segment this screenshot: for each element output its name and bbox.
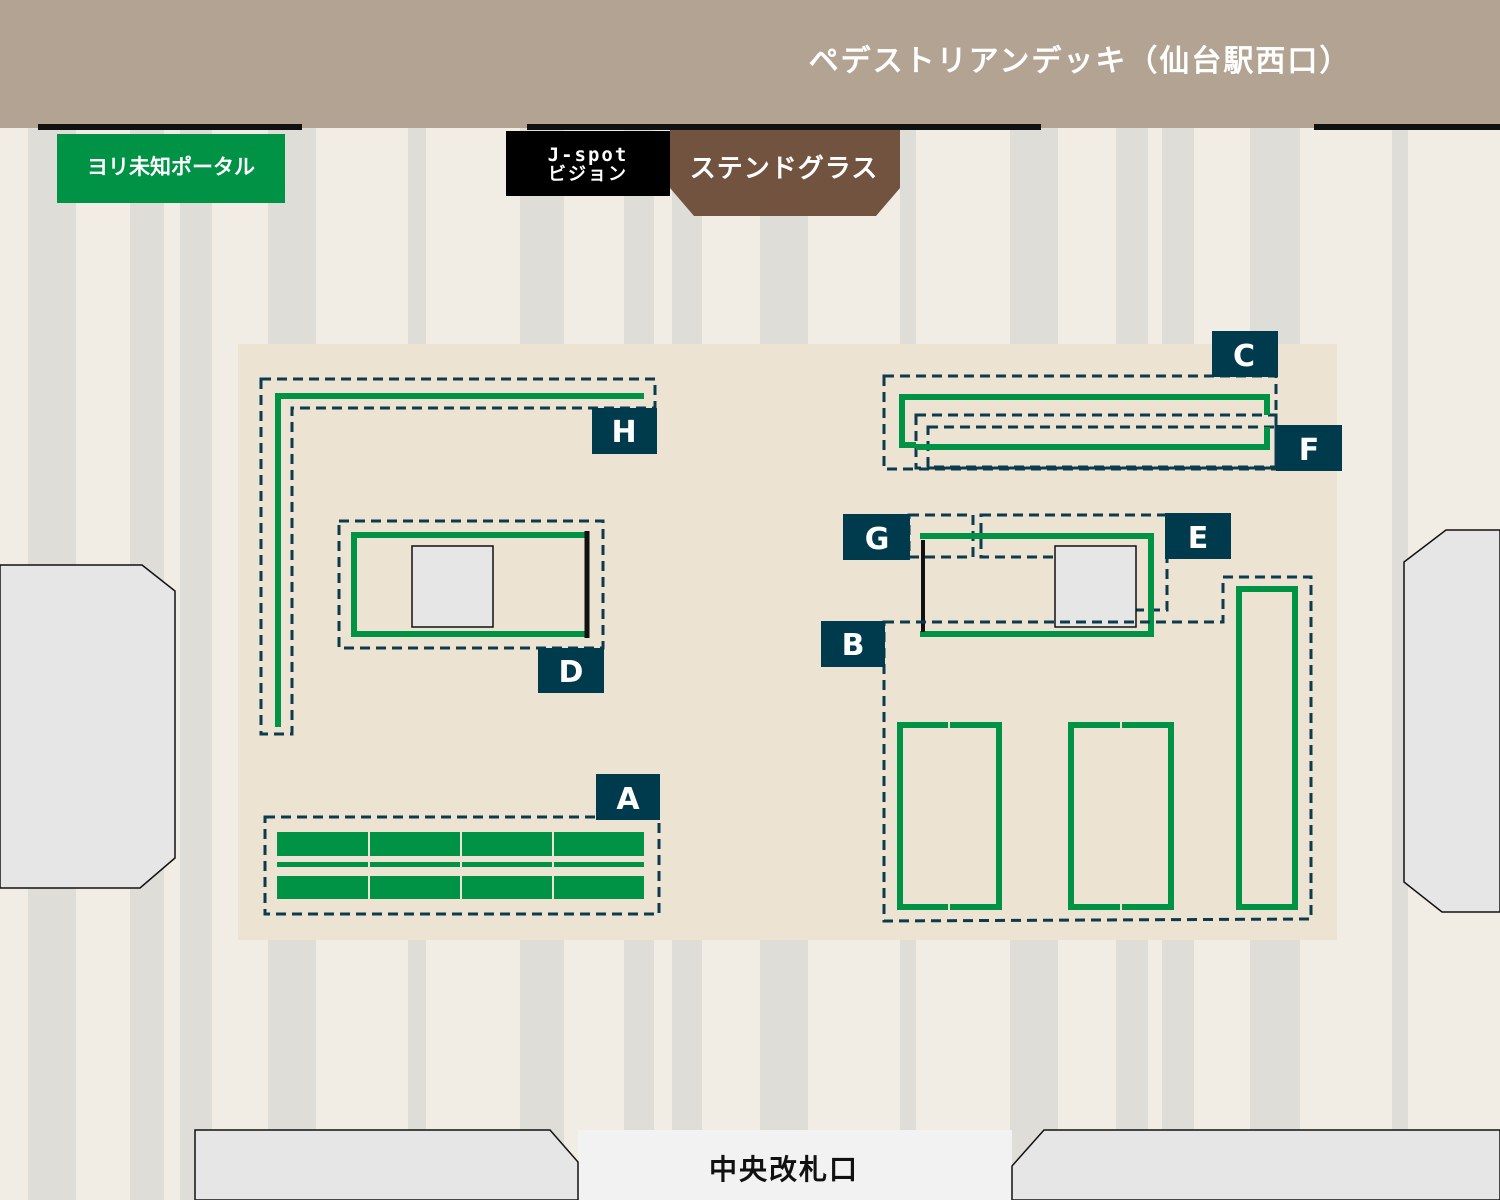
area-label-c[interactable]: C (1212, 331, 1278, 377)
left-pillar (0, 564, 176, 889)
area-label-f[interactable]: F (1276, 425, 1342, 471)
svg-text:H: H (611, 415, 636, 450)
svg-text:B: B (842, 628, 865, 663)
area-label-h[interactable]: H (592, 408, 657, 454)
pedestrian-deck: ペデストリアンデッキ（仙台駅西口） (0, 0, 1500, 130)
svg-text:A: A (616, 782, 640, 817)
area-label-d[interactable]: D (538, 648, 604, 693)
deck-label: ペデストリアンデッキ（仙台駅西口） (809, 44, 1352, 79)
area-label-a[interactable]: A (596, 774, 660, 820)
area-label-b[interactable]: B (821, 621, 885, 667)
svg-text:D: D (559, 655, 584, 690)
svg-text:G: G (865, 522, 890, 557)
stained-glass: ステンドグラス (670, 130, 900, 216)
right-pillar (1403, 529, 1500, 913)
central-gate: 中央改札口 (194, 1129, 1500, 1200)
area-label-e[interactable]: E (1165, 513, 1231, 559)
svg-text:E: E (1188, 521, 1209, 556)
svg-text:C: C (1233, 339, 1255, 374)
gate-label: 中央改札口 (709, 1153, 859, 1186)
jspot-vision: J-spot ビジョン (506, 131, 670, 196)
portal-label: ヨリ未知ポータル (87, 155, 255, 179)
jspot-line2: ビジョン (548, 164, 628, 185)
portal-sign: ヨリ未知ポータル (57, 134, 285, 203)
stained-glass-label: ステンドグラス (690, 154, 878, 184)
svg-text:F: F (1299, 433, 1320, 468)
jspot-line1: J-spot (548, 144, 629, 166)
area-label-g[interactable]: G (843, 514, 910, 560)
station-floor-map: ペデストリアンデッキ（仙台駅西口） ヨリ未知ポータル J-spot ビジョン ス… (0, 0, 1500, 1200)
